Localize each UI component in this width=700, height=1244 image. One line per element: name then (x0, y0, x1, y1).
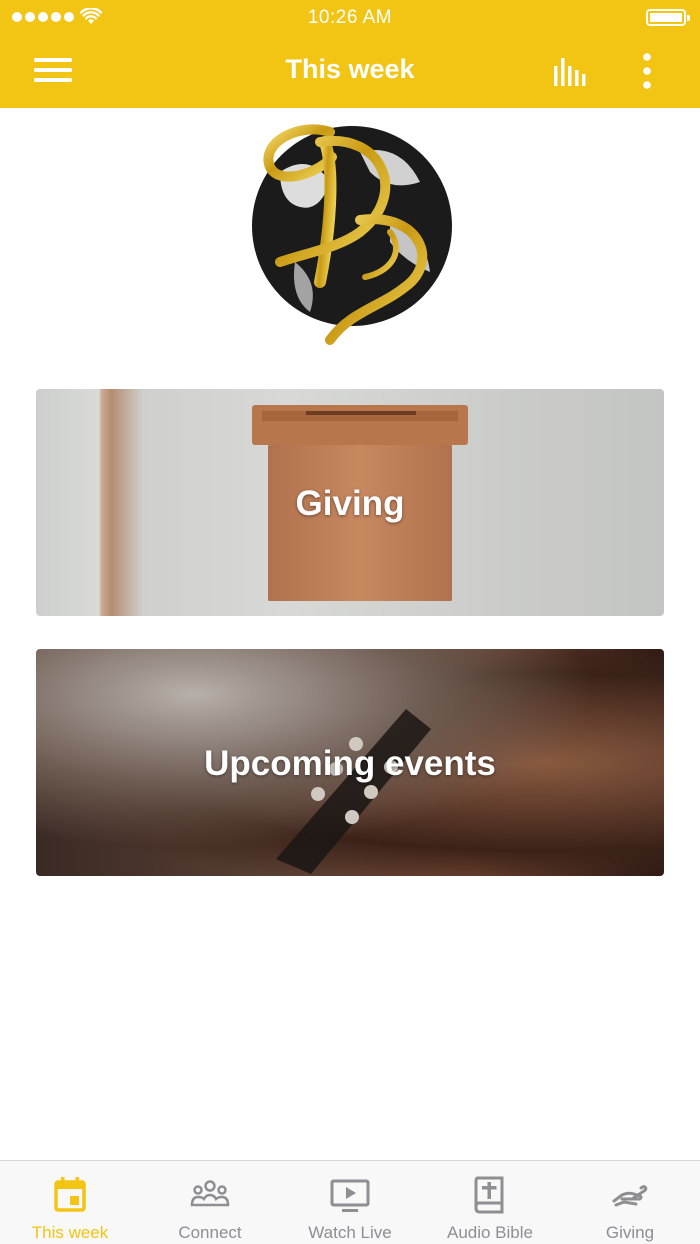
more-vertical-icon (643, 53, 651, 89)
giving-card[interactable]: Giving (36, 389, 664, 616)
tab-watch-live[interactable]: Watch Live (280, 1161, 420, 1244)
audio-stats-button[interactable] (548, 52, 596, 92)
tab-connect[interactable]: Connect (140, 1161, 280, 1244)
hamburger-menu-icon (34, 58, 72, 82)
tv-play-icon (330, 1179, 370, 1212)
app-header: 10:26 AM This week (0, 0, 700, 108)
bottom-tab-bar: This week Connect Watch Live Audio Bible (0, 1160, 700, 1244)
upcoming-events-card-label: Upcoming events (204, 744, 496, 783)
upcoming-events-card[interactable]: Upcoming events (36, 649, 664, 876)
bible-icon (474, 1176, 504, 1214)
tab-connect-label: Connect (178, 1223, 242, 1242)
tab-this-week[interactable]: This week (0, 1161, 140, 1244)
church-logo (252, 124, 452, 345)
status-bar: 10:26 AM (0, 0, 700, 36)
calendar-icon (54, 1177, 86, 1212)
tab-audio-bible[interactable]: Audio Bible (420, 1161, 560, 1244)
hamburger-menu-button[interactable] (28, 50, 78, 90)
tab-giving[interactable]: Giving (560, 1161, 700, 1244)
giving-hand-icon (612, 1185, 648, 1207)
group-icon (190, 1180, 230, 1207)
battery-icon (646, 9, 690, 26)
tab-audio-bible-label: Audio Bible (446, 1223, 533, 1242)
tab-giving-label: Giving (605, 1223, 655, 1242)
status-time: 10:26 AM (307, 7, 393, 28)
more-options-button[interactable] (628, 50, 666, 92)
giving-card-label: Giving (295, 484, 405, 523)
tab-watch-live-label: Watch Live (308, 1223, 392, 1242)
tab-this-week-label: This week (31, 1223, 109, 1242)
bar-chart-icon (554, 58, 586, 86)
